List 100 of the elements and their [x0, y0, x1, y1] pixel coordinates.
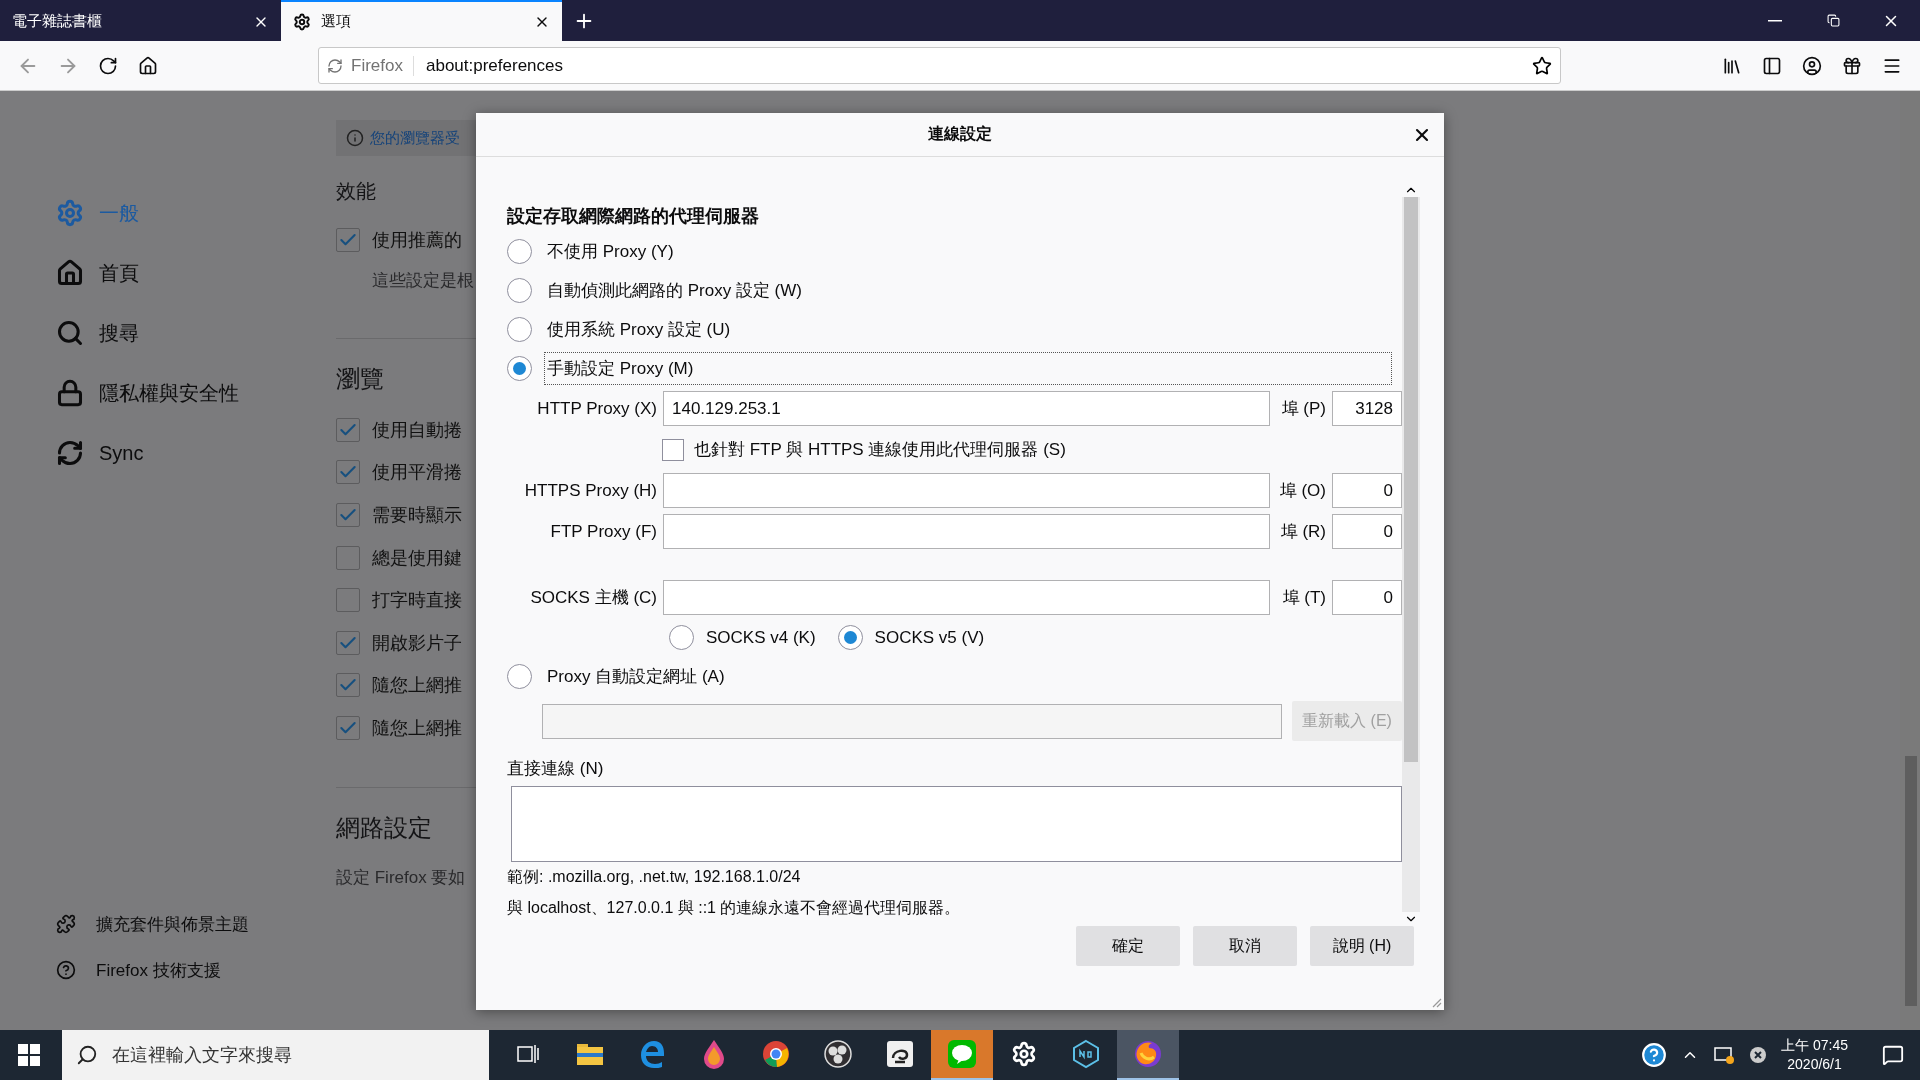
- windows-logo-icon: [18, 1044, 40, 1066]
- taskbar-search-field[interactable]: 在這裡輸入文字來搜尋: [62, 1030, 489, 1080]
- browser-tab[interactable]: 電子雜誌書櫃: [0, 0, 281, 41]
- checkbox[interactable]: [336, 460, 360, 485]
- field-label: 埠 (T): [1281, 587, 1326, 609]
- notice-text: 您的瀏覽器受: [370, 128, 460, 148]
- checkbox-label: 打字時直接: [372, 589, 462, 613]
- field-label: 埠 (P): [1280, 398, 1326, 420]
- sidebar-item[interactable]: 搜尋: [56, 303, 336, 363]
- search-icon: [76, 1044, 98, 1066]
- sidebar-link[interactable]: 擴充套件與佈景主題: [56, 910, 336, 938]
- checkbox-label: 開啟影片子: [372, 631, 462, 655]
- close-circle-icon[interactable]: [1749, 1046, 1768, 1064]
- sidebar-link[interactable]: Firefox 技術支援: [56, 956, 336, 984]
- checkbox[interactable]: [336, 673, 360, 698]
- field-label: FTP Proxy (F): [549, 521, 657, 542]
- field-label: 直接連線 (N): [507, 758, 605, 780]
- dialog-button[interactable]: 取消: [1193, 926, 1297, 966]
- settings-icon: [293, 12, 311, 31]
- search-icon: [56, 319, 84, 347]
- radio-label: Proxy 自動設定網址 (A): [546, 666, 726, 688]
- sidebar-item[interactable]: Sync: [56, 423, 336, 483]
- reload-icon: [98, 55, 118, 76]
- clock[interactable]: 上午 07:45 2020/6/1: [1781, 1036, 1848, 1074]
- user-icon: [1802, 55, 1822, 76]
- radio-label: 使用系統 Proxy 設定 (U): [546, 319, 732, 341]
- folder-icon: [576, 1041, 604, 1067]
- radio-button[interactable]: [507, 317, 532, 342]
- help-icon: [56, 960, 76, 980]
- minimize-icon: [1768, 19, 1782, 22]
- radio-label: SOCKS v5 (V): [874, 627, 985, 648]
- checkbox[interactable]: [336, 588, 360, 613]
- notification-icon[interactable]: [1882, 1044, 1904, 1066]
- checkbox-label: 總是使用鍵: [372, 546, 462, 570]
- bookmark-star-icon[interactable]: [1532, 55, 1552, 76]
- checkbox-label: 使用自動捲: [372, 418, 462, 442]
- input-field[interactable]: [542, 703, 1282, 739]
- port-field[interactable]: 0: [1332, 514, 1402, 549]
- checkbox[interactable]: [336, 503, 360, 528]
- port-field[interactable]: 3128: [1332, 391, 1402, 426]
- input-field[interactable]: 140.129.253.1: [663, 391, 1270, 426]
- checkbox[interactable]: [336, 417, 360, 442]
- port-field[interactable]: 0: [1332, 473, 1402, 508]
- flame-globe-icon: [1133, 1039, 1163, 1069]
- field-label: SOCKS 主機 (C): [529, 587, 657, 609]
- dialog-button[interactable]: 確定: [1076, 926, 1180, 966]
- checkbox[interactable]: [662, 438, 684, 461]
- dialog-button[interactable]: 說明 (H): [1310, 926, 1414, 966]
- home-icon: [138, 55, 158, 76]
- restore-icon: [1826, 14, 1840, 27]
- sidebar-item[interactable]: 首頁: [56, 243, 336, 303]
- radio-button[interactable]: [837, 625, 863, 650]
- radio-button[interactable]: [507, 664, 532, 689]
- note-text: 與 localhost、127.0.0.1 與 ::1 的連線永遠不會經過代理伺服器。: [507, 898, 962, 918]
- home-icon: [56, 259, 84, 287]
- chat-bubble-icon: [947, 1039, 977, 1069]
- checkbox[interactable]: [336, 716, 360, 741]
- identity-label: Firefox: [351, 55, 414, 76]
- sidebar-icon: [1762, 55, 1782, 76]
- dialog-title: 連線設定: [928, 124, 992, 144]
- checkbox-label: 也針對 FTP 與 HTTPS 連線使用此代理伺服器 (S): [694, 439, 1066, 461]
- address-bar[interactable]: Firefox about:preferences: [318, 47, 1561, 84]
- radio-button[interactable]: [507, 356, 532, 381]
- example-text: 範例: .mozilla.org, .net.tw, 192.168.1.0/24: [507, 867, 802, 887]
- text-area[interactable]: [511, 786, 1402, 862]
- sidebar-item[interactable]: 隱私權與安全性: [56, 363, 336, 423]
- browser-tab[interactable]: 選項: [281, 0, 562, 41]
- radio-button[interactable]: [507, 239, 532, 264]
- lock-icon: [56, 379, 84, 407]
- section-heading: 設定存取網際網路的代理伺服器: [507, 205, 760, 228]
- e-logo-icon: [638, 1040, 666, 1068]
- info-icon: [346, 129, 364, 147]
- radio-button[interactable]: [507, 278, 532, 303]
- checkbox[interactable]: [336, 545, 360, 570]
- gear-icon: [1011, 1041, 1037, 1067]
- input-field[interactable]: [663, 514, 1270, 549]
- input-field[interactable]: [663, 580, 1270, 615]
- swirl-icon: [886, 1040, 914, 1068]
- gift-icon: [1842, 55, 1862, 76]
- field-label: 埠 (O): [1278, 480, 1326, 502]
- radio-label: SOCKS v4 (K): [706, 627, 816, 648]
- section-heading: 效能: [336, 179, 377, 204]
- input-field[interactable]: [663, 473, 1270, 508]
- network-icon[interactable]: [1713, 1045, 1736, 1065]
- checkbox[interactable]: [336, 630, 360, 655]
- radio-button[interactable]: [669, 625, 694, 650]
- checkbox[interactable]: [336, 228, 360, 253]
- aperture-icon: [824, 1040, 852, 1068]
- task-view-icon: [517, 1044, 539, 1064]
- resize-grip-icon[interactable]: [1432, 998, 1442, 1008]
- section-heading: 瀏覽: [336, 363, 385, 394]
- checkbox-label: 使用推薦的: [372, 229, 462, 253]
- help-icon[interactable]: [1641, 1042, 1668, 1068]
- sync-icon: [56, 439, 84, 467]
- port-field[interactable]: 0: [1332, 580, 1402, 615]
- radio-label: 不使用 Proxy (Y): [546, 241, 675, 263]
- radio-label: 手動設定 Proxy (M): [544, 352, 1392, 385]
- ring-logo-icon: [762, 1040, 790, 1068]
- puzzle-icon: [56, 914, 76, 934]
- checkbox-label: 需要時顯示: [372, 504, 462, 528]
